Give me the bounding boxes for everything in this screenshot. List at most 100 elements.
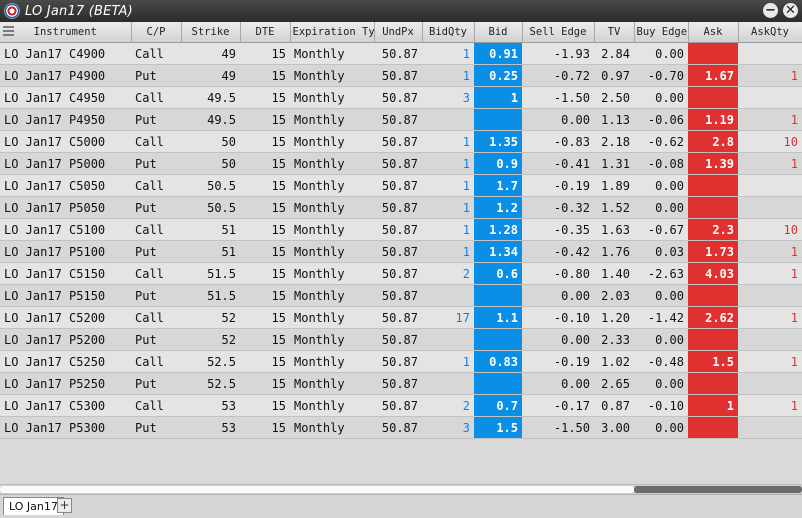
- cell-ask[interactable]: 1.67: [688, 64, 738, 87]
- cell-bid[interactable]: [474, 108, 522, 131]
- column-header-bid[interactable]: Bid: [474, 22, 523, 43]
- table-row[interactable]: LO Jan17 C4900 Call 49 15 Monthly 50.87 1 0.91-…: [0, 42, 802, 65]
- table-row[interactable]: LO Jan17 P4950 Put 49.5 15 Monthly 50.87 0.00 1…: [0, 108, 802, 131]
- cell-ask[interactable]: [688, 372, 738, 395]
- cell-instrument: LO Jan17 P5100: [0, 240, 131, 263]
- cell-tv: 1.76: [594, 240, 634, 263]
- cell-cp: Put: [131, 152, 181, 175]
- column-header-tv[interactable]: TV: [594, 22, 635, 43]
- column-header-buy-edge[interactable]: Buy Edge: [634, 22, 689, 43]
- cell-ask[interactable]: 1.19: [688, 108, 738, 131]
- cell-tv: 1.63: [594, 218, 634, 241]
- column-header-ask[interactable]: Ask: [688, 22, 739, 43]
- cell-ask[interactable]: 1.39: [688, 152, 738, 175]
- cell-bid[interactable]: 1: [474, 86, 522, 109]
- table-row[interactable]: LO Jan17 C5150 Call 51.5 15 Monthly 50.87 2 0.6…: [0, 262, 802, 285]
- cell-ask[interactable]: 2.8: [688, 130, 738, 153]
- cell-sell-edge: -0.32: [522, 196, 594, 219]
- table-row[interactable]: LO Jan17 C4950 Call 49.5 15 Monthly 50.87 3 1 -1…: [0, 86, 802, 109]
- cell-bid[interactable]: 1.7: [474, 174, 522, 197]
- column-header-strike[interactable]: Strike: [181, 22, 241, 43]
- cell-ask[interactable]: [688, 328, 738, 351]
- minimize-icon[interactable]: −: [763, 3, 778, 18]
- cell-dte: 15: [240, 174, 290, 197]
- table-row[interactable]: LO Jan17 C5250 Call 52.5 15 Monthly 50.87 1 0.8…: [0, 350, 802, 373]
- cell-bid[interactable]: [474, 372, 522, 395]
- column-header-undpx[interactable]: UndPx: [374, 22, 423, 43]
- table-row[interactable]: LO Jan17 P4900 Put 49 15 Monthly 50.87 1 0.25 -0…: [0, 64, 802, 87]
- cell-bid[interactable]: [474, 284, 522, 307]
- table-row[interactable]: LO Jan17 C5100 Call 51 15 Monthly 50.87 1 1.28-…: [0, 218, 802, 241]
- scrollbar-track[interactable]: [0, 486, 634, 493]
- cell-bid[interactable]: 0.25: [474, 64, 522, 87]
- table-row[interactable]: LO Jan17 C5300 Call 53 15 Monthly 50.87 2 0.7 -0…: [0, 394, 802, 417]
- cell-ask[interactable]: 2.62: [688, 306, 738, 329]
- cell-ask[interactable]: [688, 42, 738, 65]
- table-row[interactable]: LO Jan17 P5200 Put 52 15 Monthly 50.87 0.00 2.3…: [0, 328, 802, 351]
- cell-buy-edge: -0.06: [634, 108, 688, 131]
- cell-ask[interactable]: [688, 416, 738, 439]
- cell-bid[interactable]: [474, 328, 522, 351]
- cell-bid[interactable]: 1.5: [474, 416, 522, 439]
- column-header-expiration-type[interactable]: Expiration Typ: [290, 22, 375, 43]
- title-bar[interactable]: LO Jan17 (BETA) − ✕: [0, 0, 802, 22]
- cell-bid[interactable]: 1.2: [474, 196, 522, 219]
- cell-instrument: LO Jan17 P5050: [0, 196, 131, 219]
- column-header-dte[interactable]: DTE: [240, 22, 291, 43]
- cell-bid[interactable]: 0.83: [474, 350, 522, 373]
- table-row[interactable]: LO Jan17 P5000 Put 50 15 Monthly 50.87 1 0.9 -0.…: [0, 152, 802, 175]
- column-header-cp[interactable]: C/P: [131, 22, 182, 43]
- cell-ask[interactable]: 1.73: [688, 240, 738, 263]
- cell-buy-edge: 0.00: [634, 328, 688, 351]
- close-icon[interactable]: ✕: [783, 3, 798, 18]
- cell-tv: 2.33: [594, 328, 634, 351]
- scrollbar-thumb[interactable]: [634, 486, 802, 493]
- cell-ask[interactable]: 1: [688, 394, 738, 417]
- table-row[interactable]: LO Jan17 P5300 Put 53 15 Monthly 50.87 3 1.5 -1.…: [0, 416, 802, 439]
- add-tab-button[interactable]: +: [57, 498, 72, 513]
- table-row[interactable]: LO Jan17 P5250 Put 52.5 15 Monthly 50.87 0.00 2…: [0, 372, 802, 395]
- cell-ask[interactable]: [688, 174, 738, 197]
- cell-bid[interactable]: 1.34: [474, 240, 522, 263]
- cell-bid[interactable]: 1.1: [474, 306, 522, 329]
- cell-bid[interactable]: 0.6: [474, 262, 522, 285]
- cell-bid[interactable]: 1.28: [474, 218, 522, 241]
- column-header-instrument[interactable]: Instrument: [0, 22, 132, 43]
- cell-instrument: LO Jan17 C5150: [0, 262, 131, 285]
- cell-ask[interactable]: [688, 196, 738, 219]
- column-header-sell-edge[interactable]: Sell Edge: [522, 22, 595, 43]
- table-row[interactable]: LO Jan17 P5100 Put 51 15 Monthly 50.87 1 1.34 -0…: [0, 240, 802, 263]
- cell-bidqty: [422, 372, 474, 395]
- table-row[interactable]: LO Jan17 C5200 Call 52 15 Monthly 50.87 17 1.1-…: [0, 306, 802, 329]
- column-header-askqty[interactable]: AskQty: [738, 22, 802, 43]
- cell-dte: 15: [240, 240, 290, 263]
- table-row[interactable]: LO Jan17 C5050 Call 50.5 15 Monthly 50.87 1 1.7…: [0, 174, 802, 197]
- cell-askqty: [738, 196, 802, 219]
- cell-tv: 0.97: [594, 64, 634, 87]
- cell-ask[interactable]: [688, 86, 738, 109]
- cell-bid[interactable]: 0.7: [474, 394, 522, 417]
- hamburger-icon[interactable]: [3, 26, 14, 36]
- table-row[interactable]: LO Jan17 P5050 Put 50.5 15 Monthly 50.87 1 1.2-…: [0, 196, 802, 219]
- cell-bid[interactable]: 0.91: [474, 42, 522, 65]
- column-header-bidqty[interactable]: BidQty: [422, 22, 475, 43]
- cell-expiration-type: Monthly: [290, 218, 374, 241]
- cell-bidqty: 1: [422, 42, 474, 65]
- cell-ask[interactable]: 1.5: [688, 350, 738, 373]
- cell-ask[interactable]: [688, 284, 738, 307]
- cell-instrument: LO Jan17 P5300: [0, 416, 131, 439]
- cell-sell-edge: -0.72: [522, 64, 594, 87]
- tab-lo-jan17[interactable]: LO Jan17: [3, 497, 64, 515]
- cell-cp: Put: [131, 196, 181, 219]
- table-row[interactable]: LO Jan17 C5000 Call 50 15 Monthly 50.87 1 1.35-…: [0, 130, 802, 153]
- cell-ask[interactable]: 4.03: [688, 262, 738, 285]
- cell-ask[interactable]: 2.3: [688, 218, 738, 241]
- cell-askqty: [738, 372, 802, 395]
- table-row[interactable]: LO Jan17 P5150 Put 51.5 15 Monthly 50.87 0.00 2…: [0, 284, 802, 307]
- cell-buy-edge: 0.00: [634, 174, 688, 197]
- cell-bid[interactable]: 1.35: [474, 130, 522, 153]
- cell-bid[interactable]: 0.9: [474, 152, 522, 175]
- cell-instrument: LO Jan17 C5300: [0, 394, 131, 417]
- cell-buy-edge: -0.67: [634, 218, 688, 241]
- cell-undpx: 50.87: [374, 108, 422, 131]
